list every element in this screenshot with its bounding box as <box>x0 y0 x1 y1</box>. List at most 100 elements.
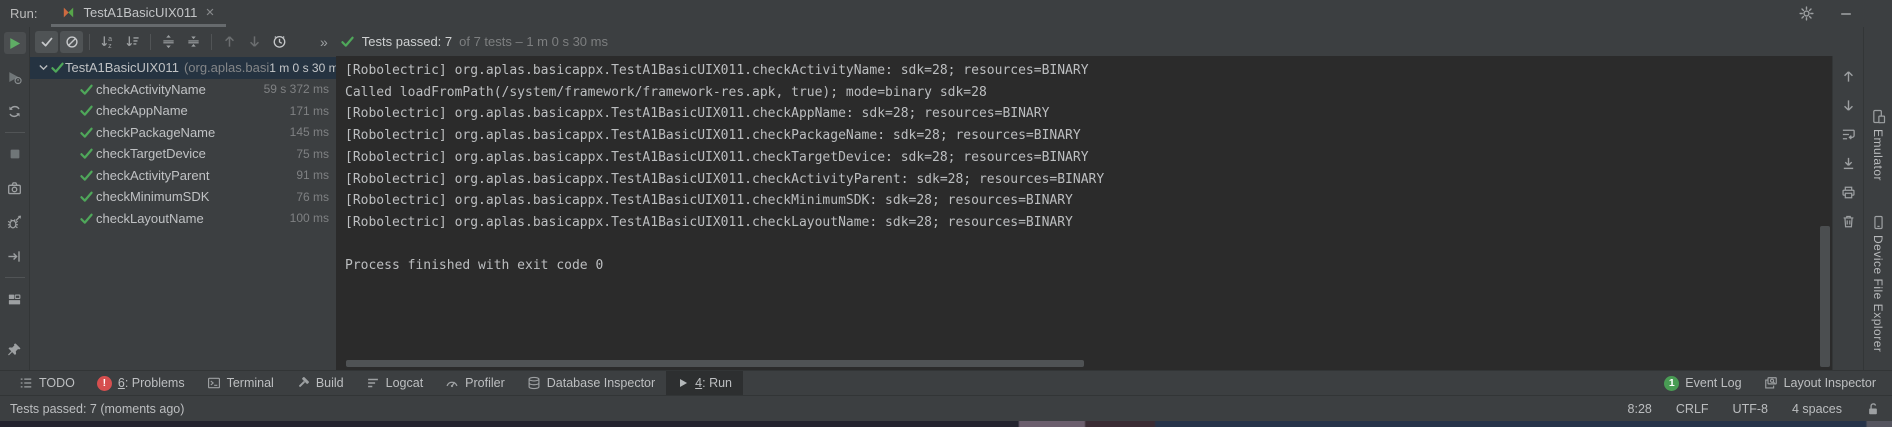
close-icon[interactable] <box>204 6 216 18</box>
taskbar-edge <box>0 421 1892 427</box>
console-line <box>345 234 1832 256</box>
screenshot-button[interactable] <box>4 177 26 199</box>
toolwindow-tab-problems[interactable]: !6: Problems <box>86 371 196 395</box>
test-row[interactable]: checkLayoutName100 ms <box>30 208 336 230</box>
test-row[interactable]: checkPackageName145 ms <box>30 122 336 144</box>
clear-all-button[interactable] <box>1837 210 1859 232</box>
test-tree: TestA1BasicUIX011 (org.aplas.basi 1 m 0 … <box>30 56 336 370</box>
scroll-up-button[interactable] <box>1837 65 1859 87</box>
test-time: 76 ms <box>296 190 329 204</box>
horizontal-scrollbar[interactable] <box>346 360 1084 367</box>
pin-tab-button[interactable] <box>4 338 26 360</box>
minimize-icon[interactable] <box>1836 4 1856 24</box>
vertical-scrollbar[interactable] <box>1820 226 1830 367</box>
scroll-end-icon <box>1841 156 1856 171</box>
test-name: checkTargetDevice <box>96 146 206 161</box>
soft-wrap-button[interactable] <box>1837 123 1859 145</box>
toolbar-separator <box>5 277 25 278</box>
play-green-icon <box>7 36 22 51</box>
printer-icon <box>1841 185 1856 200</box>
more-actions-chevron[interactable]: » <box>320 34 328 50</box>
arrow-down-disabled-icon <box>247 34 262 49</box>
caret-position[interactable]: 8:28 <box>1628 402 1652 416</box>
previous-failed-test-button[interactable] <box>218 31 241 53</box>
event-log-button[interactable]: 1 Event Log <box>1664 376 1741 391</box>
run-tab-title: TestA1BasicUIX011 <box>83 5 197 20</box>
layout-inspector-button[interactable]: Layout Inspector <box>1764 376 1876 390</box>
encoding-indicator[interactable]: UTF-8 <box>1733 402 1768 416</box>
line-ending-indicator[interactable]: CRLF <box>1676 402 1709 416</box>
header-actions <box>1796 0 1856 27</box>
camera-icon <box>7 181 22 196</box>
tests-passed-details: of 7 tests – 1 m 0 s 30 ms <box>459 34 608 49</box>
toolwindow-tabs: TODO!6: Problems Terminal BuildLogcatProfi… <box>8 371 743 395</box>
next-failed-test-button[interactable] <box>243 31 266 53</box>
test-row[interactable]: checkMinimumSDK 76 ms <box>30 186 336 208</box>
database-icon <box>527 376 541 390</box>
status-bar: Tests passed: 7 (moments ago) 8:28 CRLF … <box>0 395 1892 421</box>
device-icon <box>1871 215 1886 230</box>
clock-icon <box>272 34 287 49</box>
test-time: 145 ms <box>290 125 329 139</box>
test-row[interactable]: checkTargetDevice75 ms <box>30 143 336 165</box>
toggle-auto-test-button[interactable] <box>4 100 26 122</box>
test-name: checkMinimumSDK <box>96 189 209 204</box>
print-button[interactable] <box>1837 181 1859 203</box>
no-circle-icon <box>65 35 79 49</box>
test-tree-rows: checkActivityName59 s 372 mscheckAppName… <box>30 79 336 230</box>
collapse-all-button[interactable] <box>182 31 205 53</box>
sort-duration-icon <box>125 34 140 49</box>
rerun-failed-tests-button[interactable] <box>4 66 26 88</box>
toolwindow-tab-database-inspector[interactable]: Database Inspector <box>516 371 666 395</box>
attach-debugger-button[interactable] <box>4 211 26 233</box>
toolwindow-tab-build[interactable]: Build <box>285 371 355 395</box>
restore-layout-button[interactable] <box>4 288 26 310</box>
sort-alphabetically-button[interactable]: az <box>96 31 119 53</box>
console-output[interactable]: [Robolectric] org.aplas.basicappx.TestA1… <box>336 56 1832 370</box>
gear-icon[interactable] <box>1796 4 1816 24</box>
test-name: checkActivityName <box>96 82 206 97</box>
todo-list-icon <box>19 376 33 390</box>
test-row[interactable]: checkActivityName59 s 372 ms <box>30 79 336 101</box>
test-row[interactable]: checkAppName171 ms <box>30 100 336 122</box>
scroll-to-end-button[interactable] <box>1837 152 1859 174</box>
rerun-button[interactable] <box>4 32 26 54</box>
toolbar-separator <box>150 34 151 50</box>
toolwindow-bar-right: 1 Event Log Layout Inspector <box>1664 376 1876 391</box>
toolwindow-tab-run[interactable]: 4: Run <box>666 371 743 395</box>
sort-alpha-icon: az <box>100 34 115 49</box>
test-row[interactable]: checkActivityParent91 ms <box>30 165 336 187</box>
test-passed-icon <box>76 168 96 183</box>
console-line: [Robolectric] org.aplas.basicappx.TestA1… <box>345 169 1832 191</box>
tool-window-button-emulator[interactable]: Emulator <box>1871 109 1886 181</box>
test-history-button[interactable] <box>268 31 291 53</box>
run-tool-window: Run: TestA1BasicUIX011 az » Tests passed… <box>0 0 1892 427</box>
tab-label: Terminal <box>227 376 274 390</box>
tool-window-button-device-file-explorer[interactable]: Device File Explorer <box>1871 215 1886 352</box>
error-badge-icon: ! <box>97 376 112 391</box>
sort-by-duration-button[interactable] <box>121 31 144 53</box>
toolwindow-tab-terminal[interactable]: Terminal <box>196 371 285 395</box>
suite-passed-icon <box>50 60 65 75</box>
run-tab[interactable]: TestA1BasicUIX011 <box>51 0 226 27</box>
stop-button[interactable] <box>4 143 26 165</box>
tab-label: 4: Run <box>695 376 732 390</box>
scroll-down-button[interactable] <box>1837 94 1859 116</box>
expand-all-button[interactable] <box>157 31 180 53</box>
unlock-icon[interactable] <box>1866 402 1880 416</box>
toolwindow-tab-todo[interactable]: TODO <box>8 371 86 395</box>
toolwindow-tab-logcat[interactable]: Logcat <box>355 371 435 395</box>
open-results-button[interactable] <box>4 245 26 267</box>
toolbar-separator <box>5 132 25 133</box>
show-passed-button[interactable] <box>35 31 58 53</box>
layout-inspector-icon <box>1764 376 1778 390</box>
indent-indicator[interactable]: 4 spaces <box>1792 402 1842 416</box>
layout-icon <box>7 292 22 307</box>
test-suite-row[interactable]: TestA1BasicUIX011 (org.aplas.basi 1 m 0 … <box>30 57 336 79</box>
arrow-up-icon <box>1841 69 1856 84</box>
stop-icon <box>8 147 22 161</box>
show-ignored-button[interactable] <box>60 31 83 53</box>
chevron-down-icon[interactable] <box>37 61 50 74</box>
toolbar-separator <box>89 34 90 50</box>
toolwindow-tab-profiler[interactable]: Profiler <box>434 371 516 395</box>
